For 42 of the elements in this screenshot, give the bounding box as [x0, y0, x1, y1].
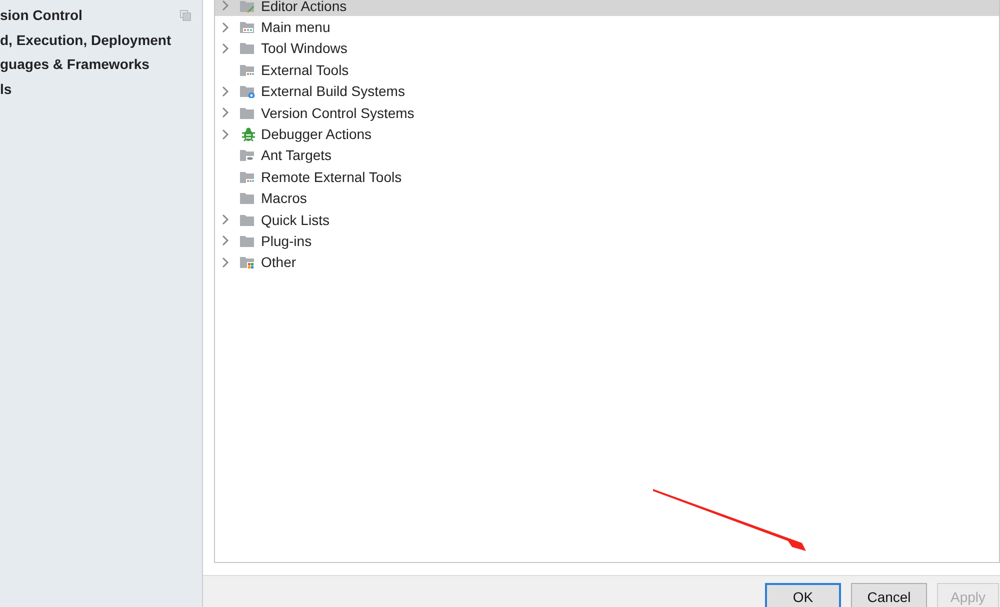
bug-icon [240, 126, 256, 142]
folder-icon [240, 234, 256, 248]
tree-item[interactable]: External Tools [215, 59, 999, 81]
folder-icon [240, 148, 256, 162]
folder-icon [240, 170, 256, 184]
tree-item[interactable]: Editor Actions [215, 0, 999, 16]
chevron-icon[interactable] [222, 107, 228, 118]
tree-item[interactable]: Other [215, 252, 999, 274]
tree-item[interactable]: Ant Targets [215, 144, 999, 166]
chevron-icon[interactable] [222, 214, 228, 226]
folder-icon [240, 41, 256, 56]
tree-item[interactable]: Plug-ins [215, 230, 999, 252]
chevron-icon[interactable] [222, 235, 228, 246]
sidebar-item[interactable]: guages & Frameworks [0, 52, 202, 77]
tree-item[interactable]: Remote External Tools [215, 166, 999, 188]
folder-icon [240, 20, 256, 34]
tree-item[interactable]: Main menu [215, 16, 999, 38]
chevron-icon[interactable] [222, 22, 228, 33]
sidebar-item[interactable]: sion Control [0, 3, 202, 28]
chevron-icon[interactable] [222, 256, 228, 268]
tree-item[interactable]: Macros [215, 188, 999, 209]
folder-icon [240, 106, 256, 120]
folder-icon [240, 191, 256, 206]
tree-item[interactable]: Quick Lists [215, 208, 999, 230]
chevron-icon[interactable] [222, 0, 228, 12]
copy-icon [180, 10, 191, 21]
sidebar-item[interactable]: d, Execution, Deployment [0, 28, 202, 52]
chevron-icon[interactable] [222, 86, 228, 97]
folder-icon [240, 0, 256, 13]
folder-icon [240, 84, 256, 98]
folder-icon [240, 62, 256, 77]
chevron-icon[interactable] [222, 128, 228, 140]
dialog-button[interactable]: OK [765, 583, 841, 607]
dialog-button[interactable]: Cancel [851, 583, 927, 607]
folder-icon [240, 255, 256, 270]
tree-item[interactable]: Version Control Systems [215, 102, 999, 124]
sidebar-item[interactable]: ls [0, 76, 202, 102]
tree-item[interactable]: Tool Windows [215, 38, 999, 60]
tree-item[interactable]: Debugger Actions [215, 123, 999, 145]
folder-icon [240, 212, 256, 227]
tree-item[interactable]: External Build Systems [215, 80, 999, 102]
chevron-icon[interactable] [222, 42, 228, 54]
